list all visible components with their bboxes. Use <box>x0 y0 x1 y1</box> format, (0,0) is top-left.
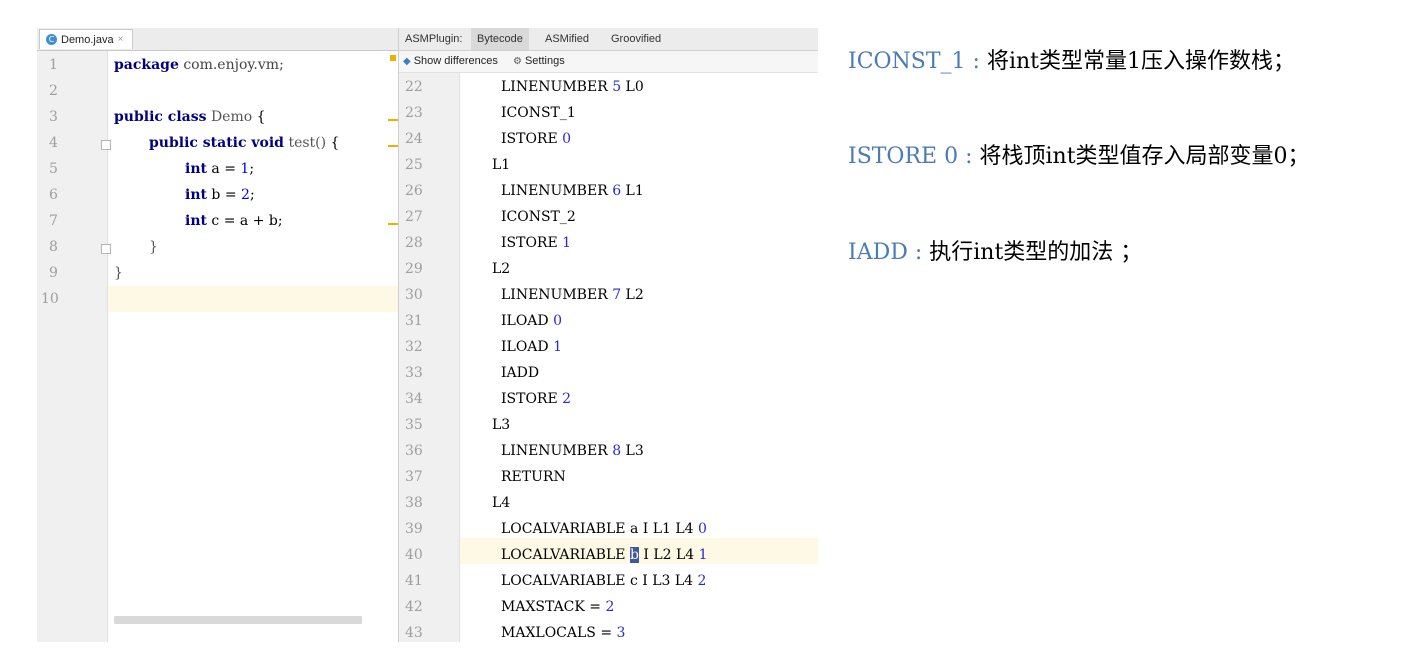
horizontal-scrollbar[interactable] <box>114 616 362 624</box>
line-number-gutter: 1 2 3 4 5 6 7 8 9 10 <box>37 51 111 642</box>
bytecode-line: IADD <box>501 365 540 381</box>
code-line-4: public static void test() { <box>149 135 340 151</box>
bytecode-line: LINENUMBER 6 L1 <box>501 183 644 199</box>
change-marker-icon <box>390 55 396 61</box>
line-number: 8 <box>49 239 58 255</box>
line-number: 10 <box>41 291 59 307</box>
bytecode-line: LOCALVARIABLE a I L1 L4 0 <box>501 521 707 537</box>
gear-icon: ⚙ <box>513 56 522 67</box>
line-number: 43 <box>405 625 423 641</box>
bytecode-line: L4 <box>492 495 511 511</box>
line-number: 5 <box>49 161 58 177</box>
bytecode-line: LOCALVARIABLE b I L2 L4 1 <box>501 547 708 563</box>
line-number: 4 <box>49 135 58 151</box>
line-number: 25 <box>405 157 423 173</box>
line-number: 39 <box>405 521 423 537</box>
file-tab-demo-java[interactable]: C Demo.java × <box>39 29 133 49</box>
bytecode-line: RETURN <box>501 469 566 485</box>
bytecode-line: L2 <box>492 261 511 277</box>
line-number: 37 <box>405 469 423 485</box>
line-number: 22 <box>405 79 423 95</box>
line-number: 35 <box>405 417 423 433</box>
line-number: 23 <box>405 105 423 121</box>
settings-button[interactable]: ⚙ Settings <box>513 51 565 72</box>
bytecode-line: LINENUMBER 8 L3 <box>501 443 644 459</box>
line-number: 7 <box>49 213 58 229</box>
line-number: 30 <box>405 287 423 303</box>
note-istore-0: ISTORE 0 : 将栈顶int类型值存入局部变量0； <box>848 144 1310 169</box>
line-number: 3 <box>49 109 58 125</box>
line-number: 1 <box>49 57 58 73</box>
line-number: 6 <box>49 187 58 203</box>
line-number: 41 <box>405 573 423 589</box>
bytecode-line: ICONST_1 <box>501 105 576 121</box>
asm-tab-bar: ASMPlugin: Bytecode ASMified Groovified <box>399 28 818 51</box>
change-marker-icon <box>388 145 398 147</box>
text-cursor-selection: b <box>629 547 639 563</box>
bytecode-line: ISTORE 2 <box>501 391 572 407</box>
java-class-icon: C <box>46 34 57 45</box>
bytecode-line: LINENUMBER 5 L0 <box>501 79 644 95</box>
bytecode-line: MAXLOCALS = 3 <box>501 625 626 641</box>
bytecode-line-gutter: 22 23 24 25 26 27 28 29 30 31 32 33 34 35 36 37 38 39 40 41… <box>399 73 460 642</box>
line-number: 9 <box>49 265 58 281</box>
tab-bytecode[interactable]: Bytecode <box>471 28 529 50</box>
show-differences-button[interactable]: ◆ Show differences <box>403 51 498 72</box>
bytecode-line: ICONST_2 <box>501 209 576 225</box>
editor-tab-bar: C Demo.java × <box>37 28 398 51</box>
line-number: 24 <box>405 131 423 147</box>
bytecode-line: ILOAD 1 <box>501 339 563 355</box>
bytecode-line: L3 <box>492 417 511 433</box>
diff-icon: ◆ <box>403 56 411 67</box>
line-number: 38 <box>405 495 423 511</box>
code-line-1: package com.enjoy.vm; <box>114 57 284 73</box>
code-editor[interactable]: C Demo.java × 1 2 3 4 5 6 7 8 9 10 packa… <box>37 28 399 642</box>
line-number: 33 <box>405 365 423 381</box>
tab-asmified[interactable]: ASMified <box>539 28 595 50</box>
code-line-9: } <box>114 265 123 281</box>
asm-toolbar: ◆ Show differences ⚙ Settings <box>399 51 818 73</box>
bytecode-line: LINENUMBER 7 L2 <box>501 287 644 303</box>
bytecode-line: MAXSTACK = 2 <box>501 599 615 615</box>
asm-plugin-label: ASMPlugin: <box>405 33 463 45</box>
close-icon[interactable]: × <box>118 34 124 45</box>
code-line-5: int a = 1; <box>185 161 255 177</box>
note-iconst-1: ICONST_1 : 将int类型常量1压入操作数栈； <box>848 49 1296 74</box>
code-line-6: int b = 2; <box>185 187 255 203</box>
line-number: 42 <box>405 599 423 615</box>
tab-groovified[interactable]: Groovified <box>605 28 667 50</box>
bytecode-line: L1 <box>492 157 511 173</box>
line-number: 29 <box>405 261 423 277</box>
note-iadd: IADD : 执行int类型的加法 ； <box>848 240 1143 265</box>
line-number: 28 <box>405 235 423 251</box>
code-line-8: } <box>149 239 158 255</box>
file-tab-label: Demo.java <box>61 33 114 46</box>
code-text-area[interactable]: package com.enjoy.vm; public class Demo … <box>108 51 398 642</box>
line-number: 40 <box>405 547 423 563</box>
line-number: 32 <box>405 339 423 355</box>
bytecode-line: ISTORE 1 <box>501 235 572 251</box>
change-marker-icon <box>388 223 398 225</box>
bytecode-line: ISTORE 0 <box>501 131 572 147</box>
line-number: 2 <box>49 83 58 99</box>
line-number: 27 <box>405 209 423 225</box>
line-number: 26 <box>405 183 423 199</box>
code-line-3: public class Demo { <box>114 109 266 125</box>
asm-plugin-panel: ASMPlugin: Bytecode ASMified Groovified … <box>399 28 818 642</box>
change-marker-icon <box>388 119 398 121</box>
line-number: 31 <box>405 313 423 329</box>
bytecode-line: ILOAD 0 <box>501 313 563 329</box>
line-number: 36 <box>405 443 423 459</box>
code-line-7: int c = a + b; <box>185 213 283 229</box>
line-number: 34 <box>405 391 423 407</box>
bytecode-line: LOCALVARIABLE c I L3 L4 2 <box>501 573 707 589</box>
